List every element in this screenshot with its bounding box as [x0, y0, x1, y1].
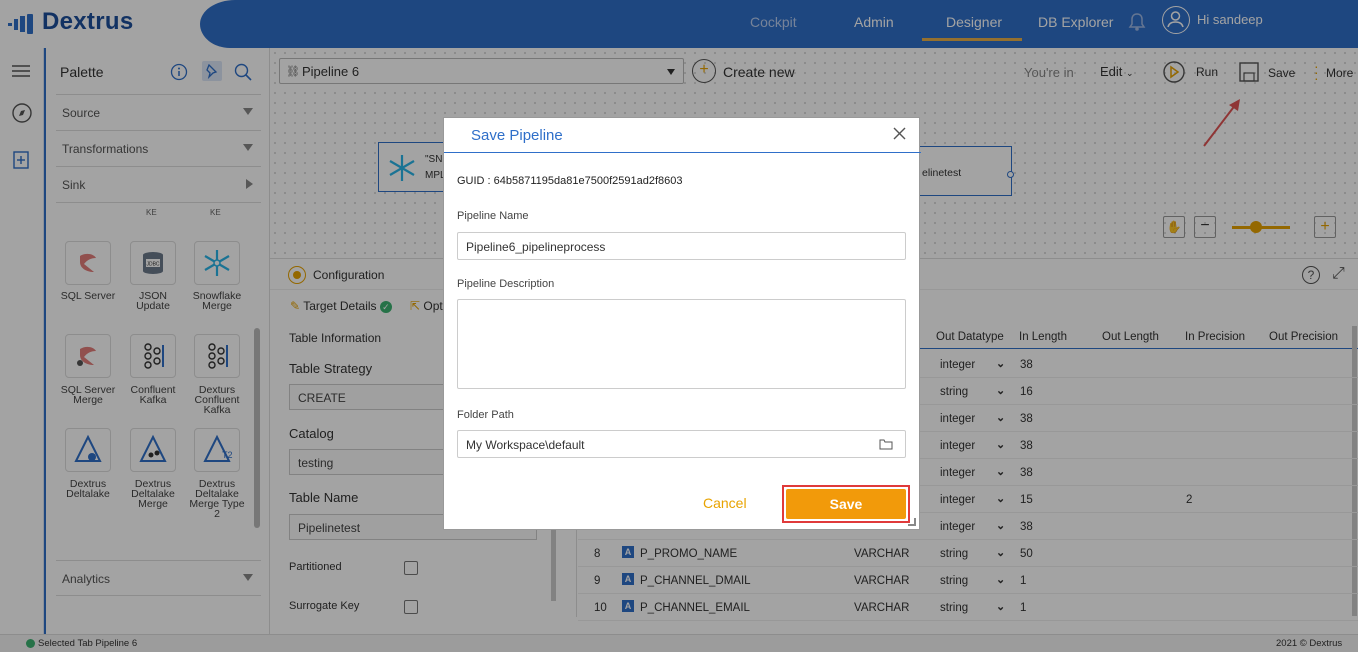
pipeline-name-label: Pipeline Name	[457, 210, 529, 222]
folder-path-input[interactable]: My Workspace\default	[457, 430, 906, 458]
folder-path-value: My Workspace\default	[466, 438, 585, 452]
pipeline-description-label: Pipeline Description	[457, 278, 555, 290]
resize-handle-icon[interactable]	[908, 518, 916, 526]
folder-icon[interactable]	[879, 438, 893, 450]
pipeline-name-input[interactable]: Pipeline6_pipelineprocess	[457, 232, 906, 260]
save-button[interactable]: Save	[786, 489, 906, 519]
dialog-title: Save Pipeline	[471, 127, 563, 144]
pipeline-description-textarea[interactable]	[457, 299, 906, 389]
save-pipeline-dialog: Save Pipeline GUID : 64b5871195da81e7500…	[443, 117, 921, 530]
folder-path-label: Folder Path	[457, 409, 514, 421]
cancel-button[interactable]: Cancel	[703, 495, 747, 511]
close-icon[interactable]	[890, 124, 910, 144]
guid-text: GUID : 64b5871195da81e7500f2591ad2f8603	[457, 175, 683, 187]
